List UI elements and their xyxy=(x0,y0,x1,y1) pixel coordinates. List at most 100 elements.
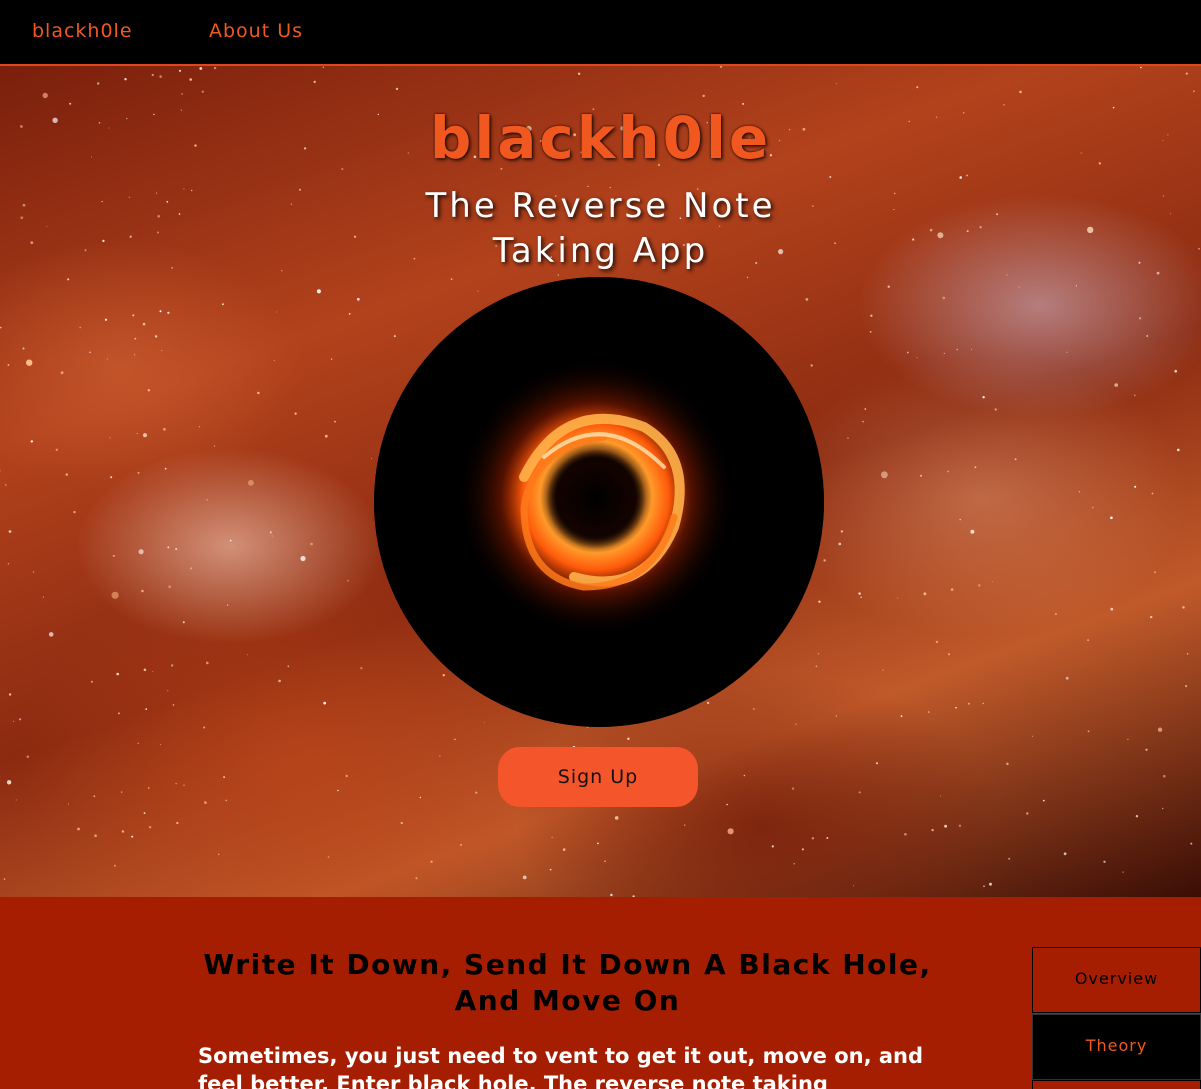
star xyxy=(1014,458,1017,461)
star xyxy=(1157,727,1163,732)
star xyxy=(916,86,919,89)
star xyxy=(746,276,749,279)
star xyxy=(1150,615,1153,619)
star xyxy=(8,693,12,696)
star xyxy=(132,314,135,317)
star xyxy=(393,335,396,338)
star xyxy=(323,701,327,705)
star xyxy=(1063,852,1067,856)
star xyxy=(823,559,826,562)
star xyxy=(89,351,91,353)
star xyxy=(835,83,837,85)
star xyxy=(110,476,113,479)
star xyxy=(189,78,192,81)
star xyxy=(229,539,232,542)
star xyxy=(206,661,209,665)
star xyxy=(26,359,33,366)
nav-brand-link[interactable]: blackh0le xyxy=(32,20,133,42)
star xyxy=(294,412,297,415)
nav-about-link[interactable]: About Us xyxy=(209,20,303,42)
star xyxy=(791,787,795,790)
star xyxy=(247,654,248,656)
star xyxy=(94,834,97,837)
star xyxy=(904,833,907,836)
star xyxy=(269,531,272,534)
star xyxy=(322,66,324,68)
star xyxy=(276,311,278,313)
star xyxy=(13,720,15,722)
star xyxy=(182,621,185,624)
star xyxy=(805,298,809,301)
star xyxy=(198,426,201,428)
star xyxy=(1192,90,1195,93)
signup-button[interactable]: Sign Up xyxy=(498,747,698,807)
star xyxy=(551,836,553,839)
star xyxy=(334,420,336,423)
star xyxy=(60,371,64,375)
star xyxy=(1182,606,1185,609)
star xyxy=(42,92,48,99)
star xyxy=(15,799,17,801)
star xyxy=(1133,394,1136,397)
star xyxy=(175,548,178,550)
star xyxy=(959,518,961,521)
star xyxy=(1032,735,1034,737)
star xyxy=(106,358,108,360)
star xyxy=(982,702,984,705)
star xyxy=(944,824,947,828)
star xyxy=(287,665,290,668)
star xyxy=(370,457,372,459)
star xyxy=(77,827,80,831)
star xyxy=(916,357,918,359)
star xyxy=(1139,317,1142,320)
star xyxy=(400,821,403,825)
star xyxy=(719,66,723,68)
star xyxy=(141,589,144,593)
star xyxy=(900,715,903,718)
star xyxy=(116,672,119,676)
star xyxy=(5,484,7,486)
star xyxy=(1114,383,1118,387)
hero-subtitle: The Reverse Note Taking App xyxy=(0,184,1201,274)
star xyxy=(331,358,333,360)
star xyxy=(989,882,992,886)
star xyxy=(726,803,728,806)
star xyxy=(970,529,975,534)
star xyxy=(858,791,861,794)
star xyxy=(160,744,161,746)
star xyxy=(935,640,939,644)
star xyxy=(1163,774,1166,778)
star xyxy=(65,473,69,476)
star xyxy=(627,737,630,740)
star xyxy=(923,592,927,596)
star xyxy=(853,885,855,887)
star xyxy=(19,718,22,721)
star xyxy=(213,66,217,70)
star xyxy=(683,824,686,826)
star xyxy=(97,82,100,85)
star xyxy=(1066,351,1068,353)
star xyxy=(942,296,946,300)
side-tab-next[interactable] xyxy=(1032,1080,1201,1089)
star xyxy=(1186,653,1189,655)
side-tab-overview[interactable]: Overview xyxy=(1032,947,1201,1013)
star xyxy=(161,350,163,352)
star xyxy=(597,842,599,845)
star xyxy=(136,433,138,434)
star xyxy=(793,863,795,865)
side-tab-theory[interactable]: Theory xyxy=(1032,1014,1201,1080)
star xyxy=(826,837,829,839)
star xyxy=(143,812,146,814)
star xyxy=(1185,72,1188,75)
star xyxy=(1054,613,1057,615)
star xyxy=(817,653,820,655)
star xyxy=(0,470,1,472)
star xyxy=(1174,369,1177,373)
star xyxy=(483,722,485,724)
star xyxy=(109,437,111,439)
star xyxy=(847,437,849,439)
star xyxy=(137,742,139,745)
star xyxy=(442,674,445,677)
star xyxy=(869,331,872,333)
star xyxy=(727,828,734,835)
